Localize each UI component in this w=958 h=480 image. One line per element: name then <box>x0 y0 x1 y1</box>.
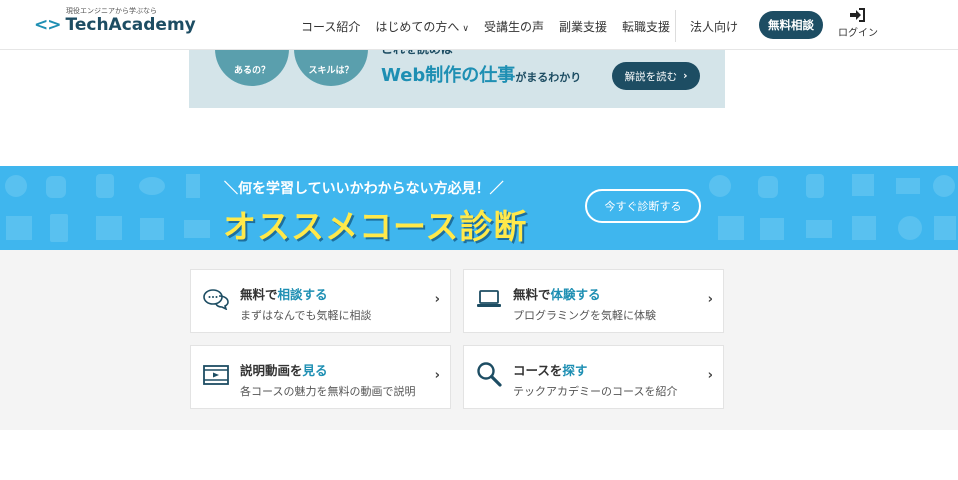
nav-student-voices[interactable]: 受講生の声 <box>484 18 544 35</box>
chevron-down-icon: ∨ <box>462 24 470 34</box>
site-header: 現役エンジニアから学ぶなら <> TechAcademy コース紹介 はじめての… <box>0 0 958 50</box>
chevron-right-icon: › <box>707 292 713 307</box>
card-description: プログラミングを気軽に体験 <box>513 309 656 322</box>
main-nav: コース紹介 はじめての方へ ∨ 受講生の声 副業支援 転職支援 <box>301 18 685 35</box>
chevron-right-icon: › <box>434 292 440 307</box>
nav-for-beginners[interactable]: はじめての方へ ∨ <box>375 18 469 35</box>
card-title: 無料で体験する <box>513 287 601 302</box>
card-watch-video[interactable]: 説明動画を見る 各コースの魅力を無料の動画で説明 › <box>190 345 451 409</box>
chat-bubbles-icon <box>203 289 229 310</box>
cta-cards-section: 無料で相談する まずはなんでも気軽に相談 › 無料で体験する プログラミングを気… <box>0 250 958 430</box>
banner-headline-suffix: がまるわかり <box>515 71 582 84</box>
laptop-icon <box>477 290 501 307</box>
chevron-right-icon: › <box>707 368 713 383</box>
card-description: テックアカデミーのコースを紹介 <box>513 385 678 398</box>
read-button-label: 解説を読む <box>624 70 678 83</box>
diagnosis-subtitle: ＼何を学習していいかわからない方必見！／ <box>224 181 504 197</box>
nav-for-beginners-label: はじめての方へ <box>375 20 460 34</box>
chevron-right-icon: › <box>434 368 440 383</box>
banner-headline-main: Web制作の仕事 <box>381 65 516 86</box>
card-description: まずはなんでも気軽に相談 <box>240 309 372 322</box>
login-button[interactable]: ログイン <box>836 8 880 39</box>
free-consult-button[interactable]: 無料相談 <box>759 11 823 39</box>
nav-side-job-support[interactable]: 副業支援 <box>559 18 607 35</box>
card-free-trial[interactable]: 無料で体験する プログラミングを気軽に体験 › <box>463 269 724 333</box>
corporate-link[interactable]: 法人向け <box>690 18 738 35</box>
card-title: コースを探す <box>513 363 588 378</box>
read-explanation-button[interactable]: 解説を読む › <box>612 62 700 90</box>
chevron-right-icon: › <box>683 70 688 82</box>
card-free-consult[interactable]: 無料で相談する まずはなんでも気軽に相談 › <box>190 269 451 333</box>
logo-mark: <> <box>34 15 61 35</box>
card-title: 無料で相談する <box>240 287 328 302</box>
card-description: 各コースの魅力を無料の動画で説明 <box>240 385 416 398</box>
course-diagnosis-banner[interactable]: ＼何を学習していいかわからない方必見！／ オススメコース診断 今すぐ診断する <box>0 166 958 250</box>
diagnosis-title: オススメコース診断 <box>223 207 528 246</box>
logo-name: TechAcademy <box>65 15 196 35</box>
nav-course-intro[interactable]: コース紹介 <box>301 18 360 35</box>
nav-career-support[interactable]: 転職支援 <box>622 18 670 35</box>
card-find-course[interactable]: コースを探す テックアカデミーのコースを紹介 › <box>463 345 724 409</box>
card-title: 説明動画を見る <box>240 363 328 378</box>
nav-divider <box>675 10 676 42</box>
search-icon <box>477 362 502 387</box>
start-diagnosis-button[interactable]: 今すぐ診断する <box>585 189 701 223</box>
video-icon <box>203 365 229 385</box>
banner-headline: Web制作の仕事がまるわかり <box>381 61 581 87</box>
login-label: ログイン <box>838 28 878 39</box>
sign-in-icon <box>850 8 865 22</box>
